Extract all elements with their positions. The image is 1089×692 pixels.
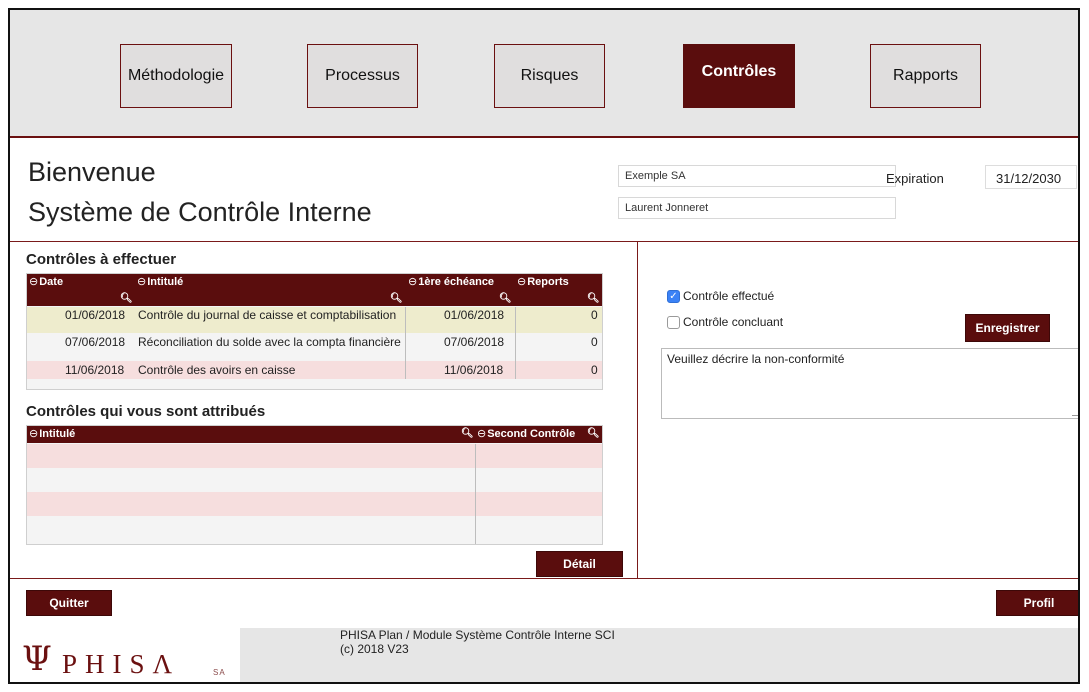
controls-assigned-title: Contrôles qui vous sont attribués	[26, 403, 266, 420]
controle-effectue-checkbox[interactable]: ✓	[667, 290, 680, 303]
intitule-filter-icon[interactable]: 🔍︎	[461, 428, 474, 439]
controle-concluant-checkbox[interactable]	[667, 316, 680, 329]
controls-assigned-table: ⊖Intitulé 🔍︎ ⊖Second Contrôle 🔍︎	[26, 425, 603, 545]
col-date-header[interactable]: ⊖Date	[29, 275, 63, 288]
expiration-label: Expiration	[886, 171, 944, 186]
table-row[interactable]	[27, 444, 602, 468]
phisa-logo: Ψ PHISΛ SA	[10, 628, 240, 682]
save-button[interactable]: Enregistrer	[965, 314, 1050, 342]
row-due: 11/06/2018	[444, 363, 504, 377]
table-row[interactable]	[27, 468, 602, 492]
detail-button[interactable]: Détail	[536, 551, 623, 577]
row-reports: 0	[591, 308, 598, 322]
header-divider	[10, 241, 1078, 242]
col-second-controle-header[interactable]: ⊖Second Contrôle	[477, 427, 575, 440]
quit-button[interactable]: Quitter	[26, 590, 112, 616]
echeance-filter-icon[interactable]: 🔍︎	[499, 293, 512, 304]
expiration-value: 31/12/2030	[985, 165, 1077, 189]
footer: Ψ PHISΛ SA PHISA Plan / Module Système C…	[10, 628, 1078, 682]
row-date: 11/06/2018	[65, 363, 125, 377]
table-row[interactable]: 11/06/2018 Contrôle des avoirs en caisse…	[27, 361, 602, 379]
controle-effectue-label: Contrôle effectué	[683, 289, 775, 303]
controls-todo-header: ⊖Date ⊖Intitulé ⊖1ère échéance ⊖Reports …	[27, 274, 602, 306]
table-row[interactable]: 07/06/2018 Réconciliation du solde avec …	[27, 333, 602, 361]
logo-text: PHISΛ	[62, 649, 181, 679]
nav-processus-button[interactable]: Processus	[307, 44, 418, 108]
row-title: Réconciliation du solde avec la compta f…	[138, 335, 401, 349]
row-date: 01/06/2018	[65, 308, 126, 322]
app-window: Méthodologie Processus Risques Contrôles…	[8, 8, 1080, 684]
row-reports: 0	[591, 363, 598, 377]
second-controle-filter-icon[interactable]: 🔍︎	[587, 428, 600, 439]
col-intitule-header[interactable]: ⊖Intitulé	[29, 427, 75, 440]
logo-psi-icon: Ψ	[22, 639, 52, 679]
table-row[interactable]	[27, 492, 602, 516]
profile-button[interactable]: Profil	[996, 590, 1078, 616]
welcome-title: Bienvenue	[28, 157, 156, 187]
intitule-filter-icon[interactable]: 🔍︎	[390, 293, 403, 304]
system-title: Système de Contrôle Interne	[28, 197, 372, 227]
nonconformity-text: Veuillez décrire la non-conformité	[667, 352, 845, 366]
table-row[interactable]: 01/06/2018 Contrôle du journal de caisse…	[27, 307, 602, 333]
date-filter-icon[interactable]: 🔍︎	[120, 293, 133, 304]
controls-todo-table: ⊖Date ⊖Intitulé ⊖1ère échéance ⊖Reports …	[26, 273, 603, 390]
resize-handle-icon[interactable]	[1072, 408, 1078, 416]
footer-copyright-line: (c) 2018 V23	[340, 642, 409, 656]
nonconformity-textarea[interactable]: Veuillez décrire la non-conformité	[661, 348, 1078, 419]
bottom-divider	[10, 578, 1078, 579]
col-reports-header[interactable]: ⊖Reports	[517, 275, 569, 288]
col-echeance-header[interactable]: ⊖1ère échéance	[408, 275, 494, 288]
row-due: 01/06/2018	[444, 308, 505, 322]
column-divider	[637, 242, 638, 578]
footer-module-line: PHISA Plan / Module Système Contrôle Int…	[340, 628, 615, 642]
nav-risques-button[interactable]: Risques	[494, 44, 605, 108]
controle-concluant-label: Contrôle concluant	[683, 315, 784, 329]
nav-rapports-button[interactable]: Rapports	[870, 44, 981, 108]
col-intitule-header[interactable]: ⊖Intitulé	[137, 275, 183, 288]
controls-todo-title: Contrôles à effectuer	[26, 251, 177, 268]
row-title: Contrôle du journal de caisse et comptab…	[138, 308, 397, 322]
nav-controles-button[interactable]: Contrôles	[683, 44, 795, 108]
logo-suffix: SA	[213, 668, 226, 677]
row-date: 07/06/2018	[65, 335, 126, 349]
controls-assigned-header: ⊖Intitulé 🔍︎ ⊖Second Contrôle 🔍︎	[27, 426, 602, 443]
row-due: 07/06/2018	[444, 335, 505, 349]
top-navigation: Méthodologie Processus Risques Contrôles…	[10, 10, 1078, 138]
reports-filter-icon[interactable]: 🔍︎	[587, 293, 600, 304]
row-reports: 0	[591, 335, 598, 349]
company-field[interactable]: Exemple SA	[618, 165, 896, 187]
row-title: Contrôle des avoirs en caisse	[138, 363, 296, 377]
user-field[interactable]: Laurent Jonneret	[618, 197, 896, 219]
table-row[interactable]	[27, 516, 602, 544]
nav-methodologie-button[interactable]: Méthodologie	[120, 44, 232, 108]
